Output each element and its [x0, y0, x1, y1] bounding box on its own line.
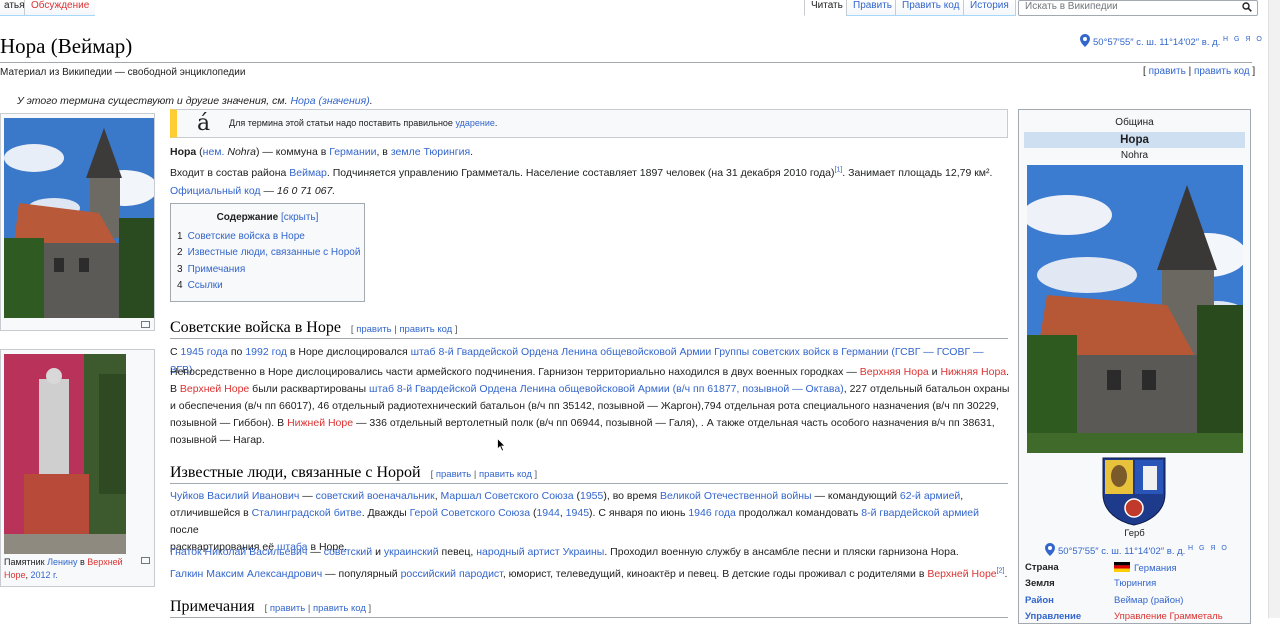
- section-edit-link[interactable]: править: [356, 324, 391, 335]
- lead-edit-link[interactable]: править: [1149, 66, 1186, 77]
- thumb-lenin-caption: Памятник Ленину в Верхней Норе, 2012 г.: [4, 557, 123, 580]
- tab-edit-source[interactable]: Править код: [895, 0, 966, 16]
- thumb-lenin: Памятник Ленину в Верхней Норе, 2012 г.: [0, 349, 155, 587]
- toc-item[interactable]: 2 Известные люди, связанные с Норой: [177, 247, 360, 258]
- tab-history[interactable]: История: [963, 0, 1016, 16]
- tagline: Материал из Википедии — свободной энцикл…: [0, 67, 246, 78]
- map-pin-icon: [1080, 34, 1090, 47]
- coat-of-arms-icon[interactable]: [1101, 456, 1167, 526]
- hatnote: У этого термина существуют и другие знач…: [17, 95, 373, 107]
- people-gnatok: Гнаток Николай Васильевич — советский и …: [170, 546, 959, 558]
- notice-text: Для термина этой статьи надо поставить п…: [229, 118, 498, 128]
- section-edit-source-link[interactable]: править код: [313, 603, 366, 614]
- search-input[interactable]: Искать в Википедии: [1018, 0, 1258, 16]
- lead-edit-links: [ править | править код ]: [1143, 66, 1256, 77]
- toc-toggle[interactable]: [скрыть]: [281, 212, 318, 223]
- soviet-paragraph-2: Непосредственно в Норе дислоцировались ч…: [170, 366, 1010, 446]
- coords-map-links[interactable]: H G Я O: [1223, 36, 1264, 43]
- tab-edit[interactable]: Править: [846, 0, 898, 16]
- heading-rule: [170, 338, 1008, 339]
- section-edit-link[interactable]: править: [436, 469, 471, 480]
- scrollbar[interactable]: [1268, 0, 1280, 618]
- coordinates-top[interactable]: 50°57′55″ с. ш. 11°14′02″ в. д. H G Я O: [1080, 34, 1264, 48]
- lenin-monument-photo[interactable]: [4, 354, 126, 554]
- enlarge-icon[interactable]: [141, 321, 150, 328]
- toc-title: Содержание [скрыть]: [216, 212, 319, 223]
- heading-notes: Примечания[ править | править код ]: [170, 598, 372, 615]
- people-galkin: Галкин Максим Александрович — популярный…: [170, 567, 1008, 581]
- germany-flag-icon: [1114, 562, 1130, 572]
- heading-rule: [170, 483, 1008, 484]
- title-divider: [0, 62, 1252, 63]
- search-placeholder: Искать в Википедии: [1025, 1, 1118, 12]
- tab-underline: [0, 15, 95, 16]
- stress-notice: á Для термина этой статьи надо поставить…: [170, 109, 1008, 138]
- infobox-coordinates[interactable]: 50°57′55″ с. ш. 11°14′02″ в. д. H G Я O: [1045, 543, 1229, 557]
- toc-item[interactable]: 1 Советские войска в Норе: [177, 231, 305, 242]
- enlarge-icon[interactable]: [141, 557, 150, 564]
- search-icon[interactable]: [1242, 2, 1252, 12]
- coat-of-arms-caption: Герб: [1124, 528, 1145, 539]
- church-photo[interactable]: [4, 118, 154, 318]
- table-of-contents: Содержание [скрыть] 1 Советские войска в …: [170, 203, 365, 302]
- mouse-cursor-icon: [497, 438, 506, 452]
- map-pin-icon: [1045, 543, 1055, 556]
- infobox: Община Нора Nohra Герб 50°57′55″ с. ш. 1…: [1018, 109, 1251, 624]
- notice-stress-link[interactable]: ударение: [455, 118, 494, 128]
- heading-soviet-troops: Советские войска в Норе[ править | прави…: [170, 319, 458, 336]
- section-edit-source-link[interactable]: править код: [399, 324, 452, 335]
- section-edit-source-link[interactable]: править код: [479, 469, 532, 480]
- section-edit-link[interactable]: править: [270, 603, 305, 614]
- infobox-native-name: Nohra: [1120, 150, 1149, 161]
- lead-paragraph-2: Входит в состав района Веймар. Подчиняет…: [170, 166, 993, 198]
- page-title: Нора (Веймар): [0, 34, 133, 58]
- infobox-type: Община: [1115, 117, 1154, 128]
- tab-discussion[interactable]: Обсуждение: [24, 0, 96, 16]
- accent-icon: á: [197, 111, 211, 136]
- coords-link[interactable]: 50°57′55″ с. ш. 11°14′02″ в. д.: [1093, 37, 1220, 48]
- toc-item[interactable]: 3 Примечания: [177, 264, 245, 275]
- tab-read[interactable]: Читать: [804, 0, 849, 16]
- infobox-name: Нора: [1024, 132, 1245, 148]
- lead-edit-source-link[interactable]: править код: [1194, 66, 1250, 77]
- lead-paragraph-1: Нора (нем. Nohra) — коммуна в Германии, …: [170, 146, 474, 158]
- hatnote-disambig-link[interactable]: Нора (значения): [290, 95, 369, 107]
- heading-notable-people: Известные люди, связанные с Норой[ прави…: [170, 464, 538, 481]
- infobox-church-photo[interactable]: [1027, 165, 1243, 453]
- thumb-church: [0, 113, 155, 331]
- toc-item[interactable]: 4 Ссылки: [177, 280, 223, 291]
